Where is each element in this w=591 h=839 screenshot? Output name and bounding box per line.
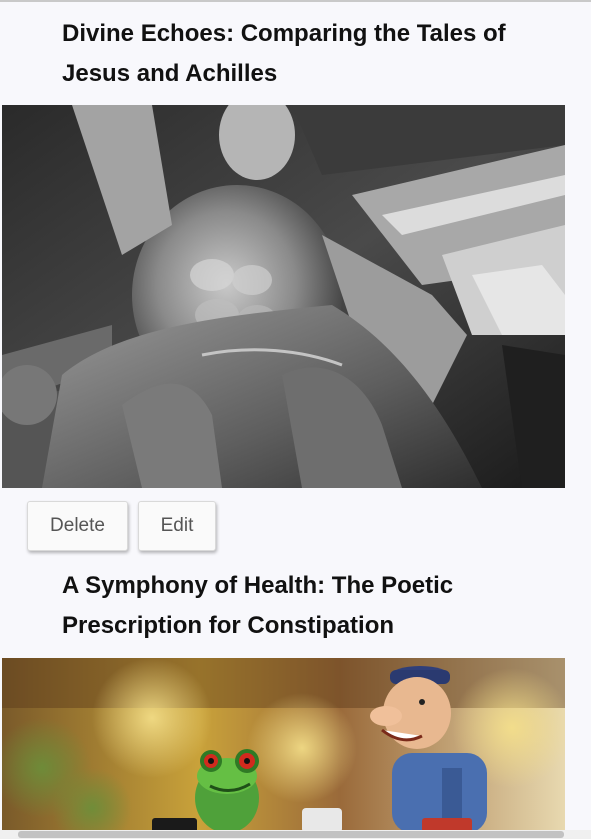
post-title[interactable]: Divine Echoes: Comparing the Tales of Je… bbox=[62, 14, 542, 94]
post-image-statue[interactable] bbox=[2, 105, 565, 488]
edit-button[interactable]: Edit bbox=[138, 501, 216, 551]
statue-image bbox=[2, 105, 565, 488]
horizontal-scrollbar-thumb[interactable] bbox=[18, 831, 564, 838]
blog-feed-viewport: Divine Echoes: Comparing the Tales of Je… bbox=[0, 0, 591, 839]
figurines-image bbox=[2, 658, 565, 833]
vertical-scroll-area[interactable] bbox=[572, 2, 591, 830]
post-title[interactable]: A Symphony of Health: The Poetic Prescri… bbox=[62, 566, 542, 646]
post-image-figurines[interactable] bbox=[2, 658, 565, 833]
top-divider bbox=[0, 0, 591, 2]
delete-button[interactable]: Delete bbox=[27, 501, 128, 551]
